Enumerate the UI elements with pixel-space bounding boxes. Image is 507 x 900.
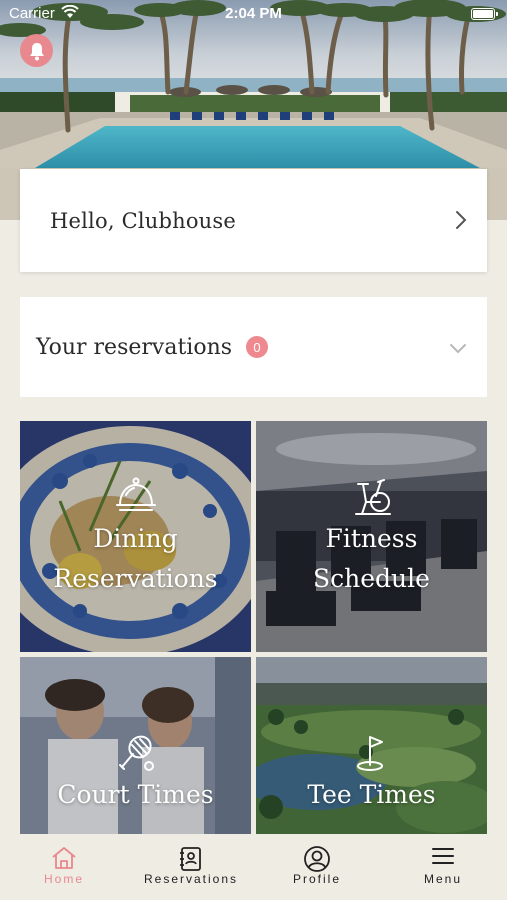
reservations-count-badge: 0 [246,336,269,358]
status-time: 2:04 PM [225,5,282,22]
status-bar: Carrier 2:04 PM [0,0,507,28]
profile-icon [276,845,358,873]
tab-menu[interactable]: Menu [405,834,481,900]
chevron-down-icon[interactable] [449,340,467,359]
reservations-card[interactable]: Your reservations 0 [20,297,487,397]
tile-label-line1: Fitness [325,524,418,553]
tab-reservations[interactable]: Reservations [130,834,252,900]
cloche-icon [20,473,251,517]
chevron-right-icon [455,210,467,234]
tab-home-label: Home [43,872,84,886]
tab-bar: Home Reservations Profile Menu [0,834,507,900]
tile-label-line1: Dining [93,524,178,553]
tab-reservations-label: Reservations [143,872,239,886]
tile-label: Court Times [57,780,214,809]
tab-profile-label: Profile [292,872,341,886]
tile-court-times[interactable]: Court Times [20,657,251,834]
tile-label-line2: Schedule [313,564,430,593]
tile-tee-times[interactable]: Tee Times [256,657,487,834]
reservations-title: Your reservations [36,334,233,360]
tab-home[interactable]: Home [20,834,108,900]
bell-icon [28,41,46,61]
tab-menu-label: Menu [423,872,463,886]
greeting-text: Hello, Clubhouse [50,208,237,233]
tile-fitness-schedule[interactable]: Fitness Schedule [256,421,487,652]
tab-profile[interactable]: Profile [276,834,358,900]
battery-icon [471,8,498,20]
hamburger-menu-icon [405,845,481,867]
reservations-book-icon [130,845,252,873]
tile-dining-reservations[interactable]: Dining Reservations [20,421,251,652]
notifications-button[interactable] [20,34,53,67]
greeting-card[interactable]: Hello, Clubhouse [20,169,487,272]
tile-label: Tee Times [307,780,436,809]
exercise-bike-icon [256,476,487,518]
tile-label-line2: Reservations [53,564,218,593]
golf-flag-icon [256,733,487,773]
home-icon [20,845,108,871]
tennis-racket-icon [20,733,251,773]
